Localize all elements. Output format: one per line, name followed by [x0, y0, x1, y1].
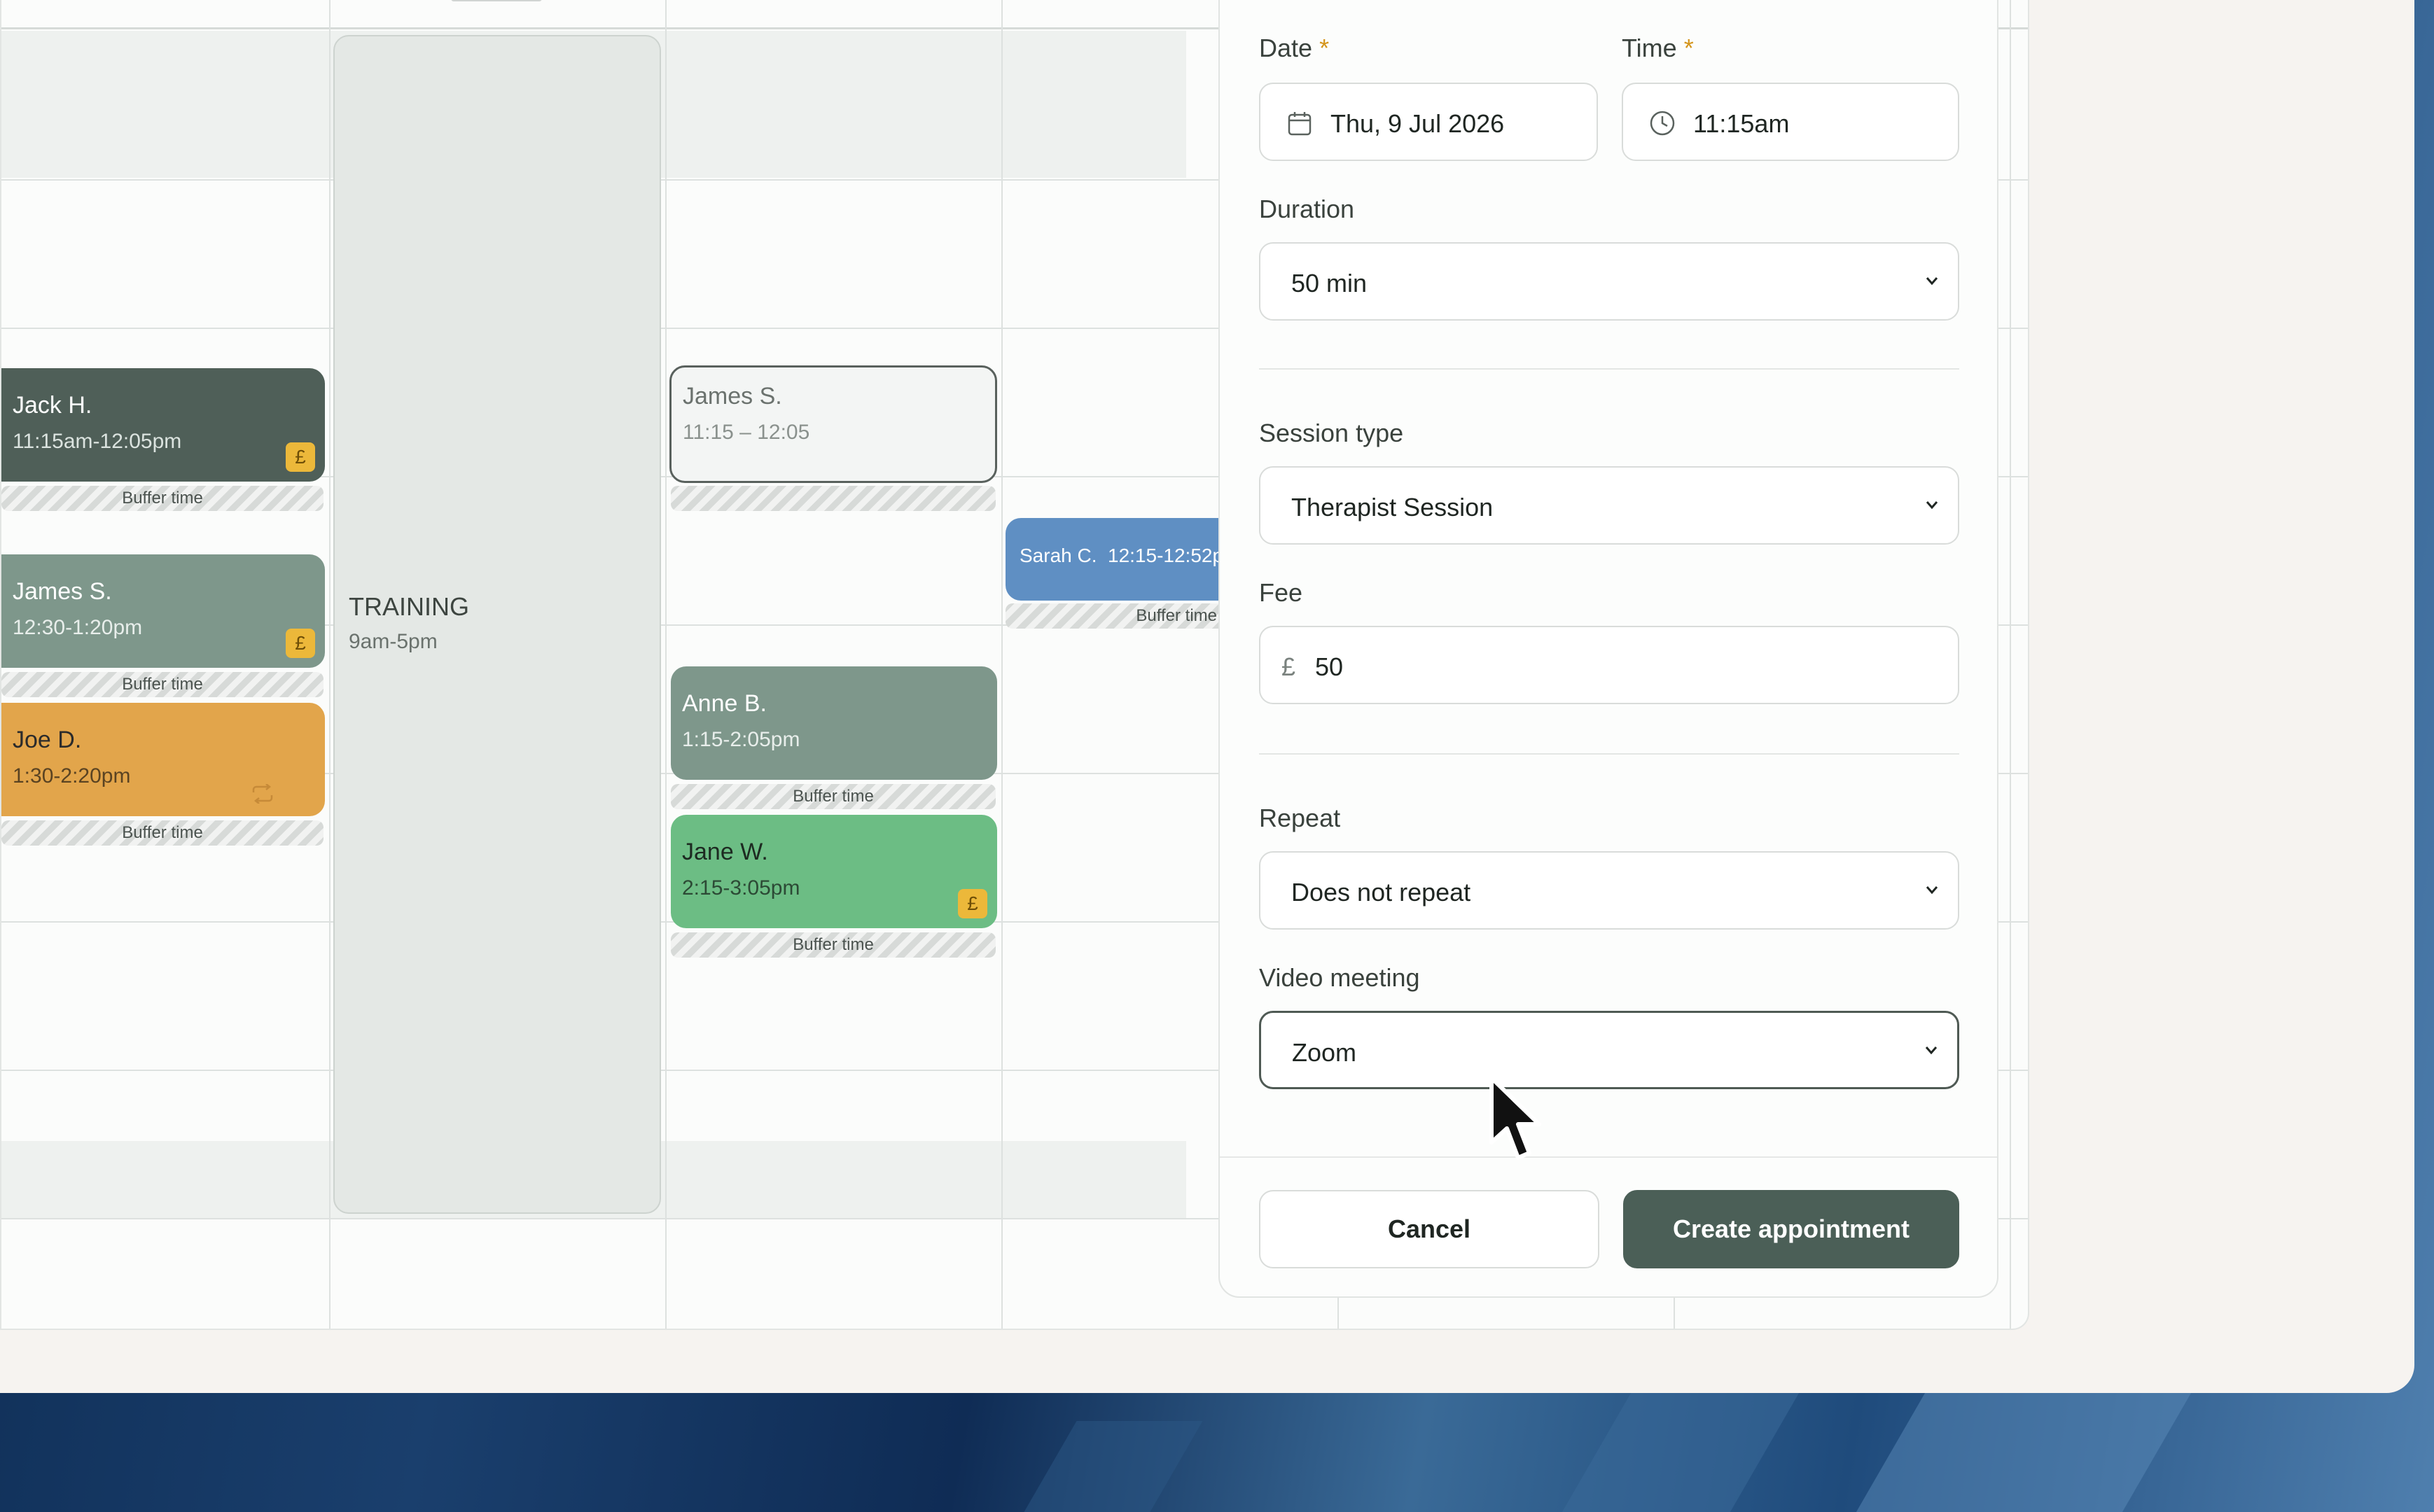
repeat-select[interactable]: Does not repeat — [1259, 851, 1959, 930]
duration-label: Duration — [1259, 195, 1355, 223]
required-marker: * — [1683, 34, 1694, 62]
buffer-time-bar — [671, 486, 996, 511]
background-streak — [1024, 1421, 1203, 1512]
session-type-value: Therapist Session — [1291, 493, 1494, 522]
duration-select[interactable]: 50 min — [1259, 242, 1959, 321]
app-window: TRAINING 9am-5pm Jack H. 11:15am-12:05pm… — [0, 0, 2414, 1393]
date-label-text: Date — [1259, 34, 1313, 62]
chevron-down-icon — [1926, 277, 1938, 286]
buffer-time-bar: Buffer time — [1, 820, 324, 846]
chevron-down-icon — [1926, 886, 1938, 895]
video-meeting-label: Video meeting — [1259, 963, 1420, 992]
date-value: Thu, 9 Jul 2026 — [1330, 109, 1505, 138]
panel-footer-divider — [1220, 1156, 1997, 1158]
create-appointment-button[interactable]: Create appointment — [1623, 1190, 1959, 1268]
calendar-icon — [1288, 112, 1312, 136]
training-title: TRAINING — [349, 592, 470, 621]
column-divider — [2010, 0, 2011, 1329]
training-block[interactable]: TRAINING 9am-5pm — [333, 35, 661, 1214]
event-client-name: Joe D. — [13, 727, 82, 753]
appointment-event[interactable]: Joe D. 1:30-2:20pm — [1, 703, 325, 816]
buffer-time-label: Buffer time — [1136, 606, 1217, 625]
date-label: Date * — [1259, 34, 1329, 63]
mouse-cursor-icon — [1489, 1076, 1541, 1160]
background-streak — [1856, 1393, 2192, 1512]
event-time: 11:15am-12:05pm — [13, 430, 182, 453]
appointment-event[interactable]: Jack H. 11:15am-12:05pm £ — [1, 368, 325, 482]
event-client-name: Anne B. — [682, 690, 767, 717]
appointment-event[interactable]: Anne B. 1:15-2:05pm — [671, 666, 997, 780]
event-time: 2:15-3:05pm — [682, 876, 800, 899]
duration-value: 50 min — [1291, 269, 1368, 298]
appointment-event[interactable]: James S. 12:30-1:20pm £ — [1, 554, 325, 668]
pound-icon: £ — [286, 442, 315, 472]
fee-label: Fee — [1259, 578, 1303, 607]
pound-icon: £ — [1281, 652, 1296, 681]
event-client-name: Jack H. — [13, 392, 92, 419]
event-client-name: Jane W. — [682, 839, 768, 865]
repeat-value: Does not repeat — [1291, 878, 1471, 906]
appointment-event[interactable]: Jane W. 2:15-3:05pm £ — [671, 815, 997, 928]
repeat-icon — [252, 784, 273, 804]
header-tab-indicator — [451, 0, 542, 1]
buffer-time-bar: Buffer time — [1, 672, 324, 697]
section-divider — [1259, 368, 1959, 370]
event-time: 1:30-2:20pm — [13, 764, 131, 788]
required-marker: * — [1319, 34, 1330, 62]
buffer-time-bar: Buffer time — [671, 784, 996, 809]
background-streak — [1562, 1393, 1800, 1512]
time-label-text: Time — [1622, 34, 1677, 62]
cancel-button[interactable]: Cancel — [1259, 1190, 1599, 1268]
fee-input[interactable]: £ 50 — [1259, 626, 1959, 704]
event-time: 12:30-1:20pm — [13, 616, 143, 639]
event-client-name: James S. — [683, 383, 782, 410]
training-time: 9am-5pm — [349, 630, 438, 653]
buffer-time-bar: Buffer time — [671, 932, 996, 958]
event-client-name: Sarah C. — [1020, 545, 1097, 566]
date-field[interactable]: Thu, 9 Jul 2026 — [1259, 83, 1598, 161]
clock-icon — [1650, 111, 1675, 136]
column-divider — [665, 0, 667, 1329]
video-meeting-select[interactable]: Zoom — [1259, 1011, 1959, 1089]
chevron-down-icon — [1926, 501, 1938, 510]
repeat-label: Repeat — [1259, 804, 1341, 832]
event-time: 1:15-2:05pm — [682, 728, 800, 751]
video-meeting-value: Zoom — [1292, 1038, 1357, 1067]
event-time: 11:15 – 12:05 — [683, 421, 810, 444]
buffer-time-bar: Buffer time — [1006, 603, 1223, 629]
session-type-select[interactable]: Therapist Session — [1259, 466, 1959, 545]
fee-value: 50 — [1315, 652, 1344, 681]
column-divider — [1001, 0, 1003, 1329]
section-divider — [1259, 753, 1959, 755]
pound-icon: £ — [958, 889, 987, 918]
event-client-name: James S. — [13, 578, 112, 605]
time-value: 11:15am — [1693, 109, 1790, 138]
appointment-event-unconfirmed[interactable]: James S. 11:15 – 12:05 — [669, 365, 997, 483]
time-field[interactable]: 11:15am — [1622, 83, 1959, 161]
session-type-label: Session type — [1259, 419, 1404, 447]
buffer-time-bar: Buffer time — [1, 486, 324, 511]
new-appointment-panel: Date * Thu, 9 Jul 2026 Time * 11:15am Du… — [1218, 0, 1998, 1298]
chevron-down-icon — [1925, 1046, 1938, 1055]
time-label: Time * — [1622, 34, 1694, 63]
pound-icon: £ — [286, 629, 315, 658]
column-divider — [329, 0, 331, 1329]
